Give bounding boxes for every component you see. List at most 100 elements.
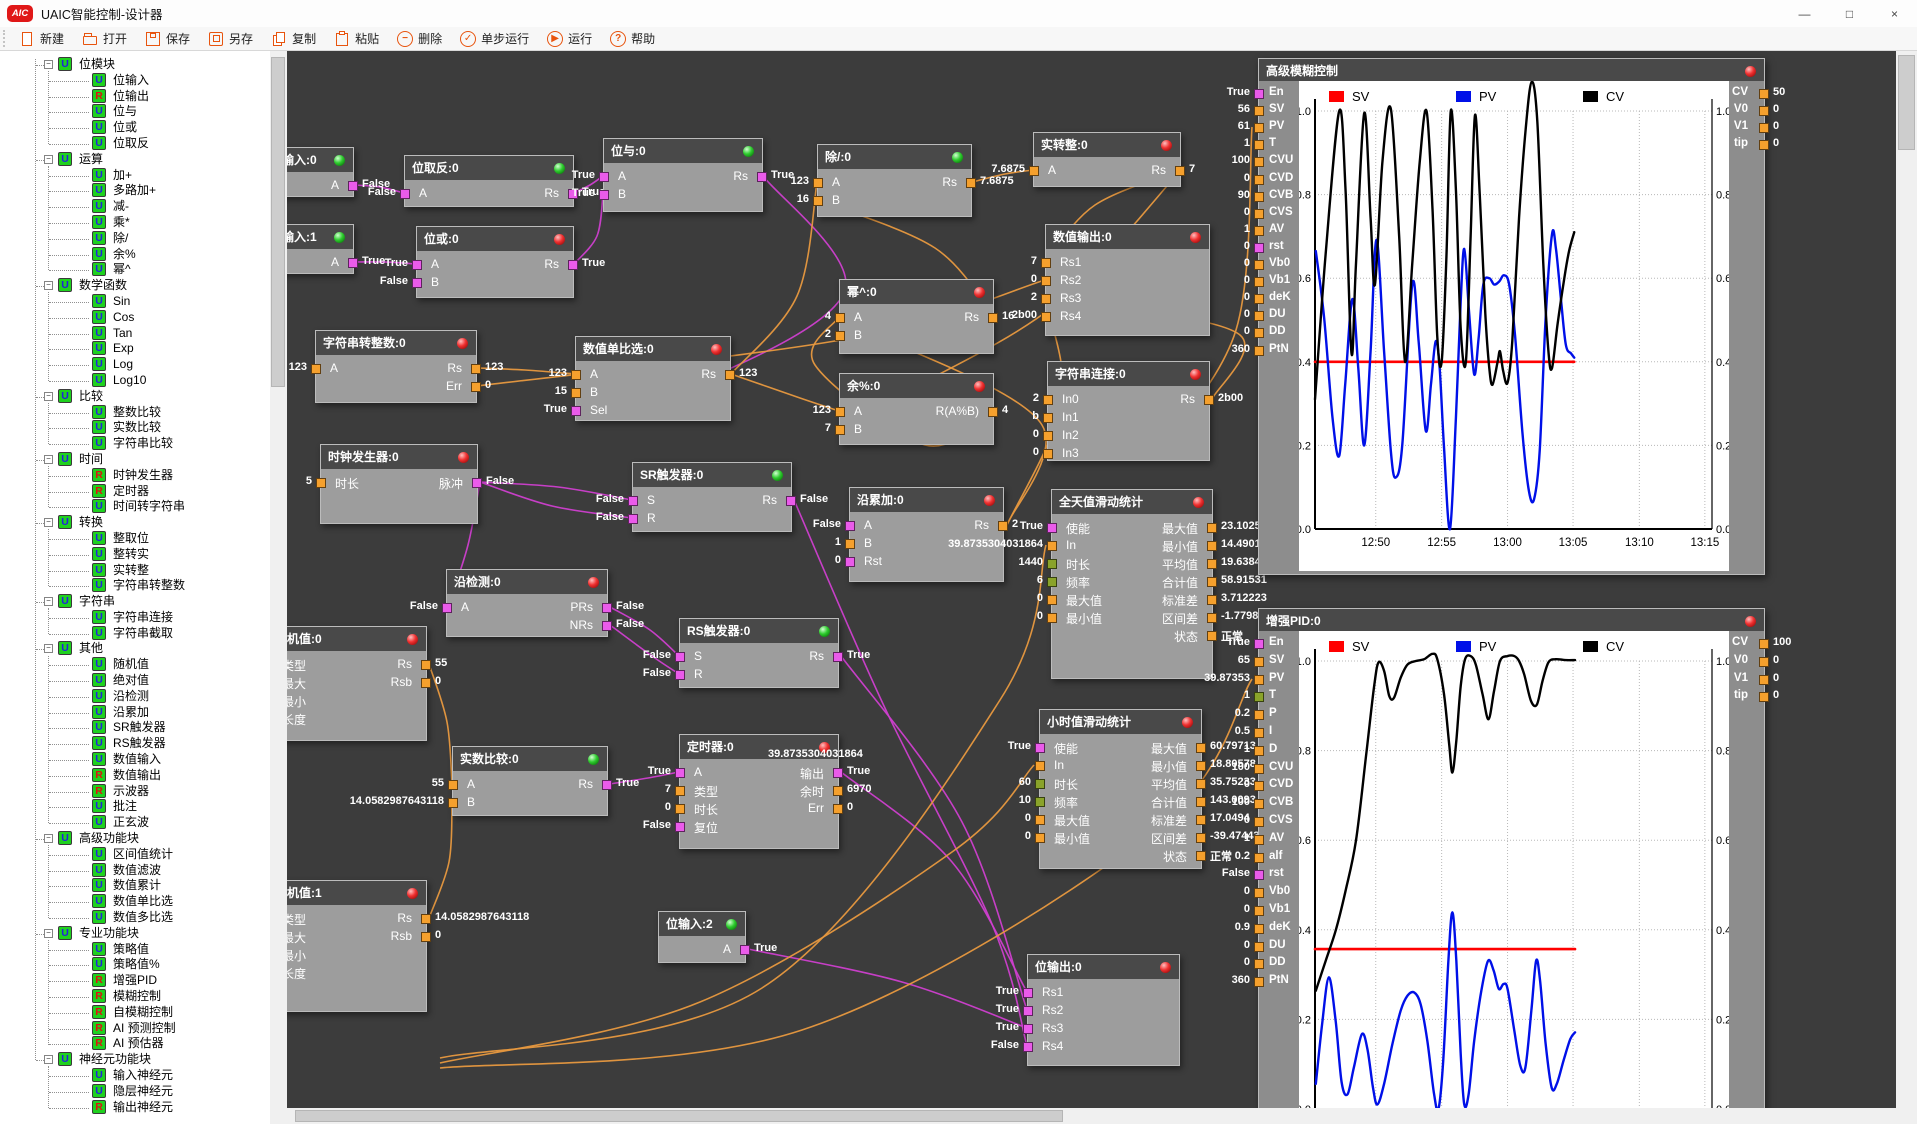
tree-category-比较[interactable]: −U比较 (0, 389, 270, 405)
tree-expander-icon[interactable]: − (44, 1055, 53, 1064)
port-R(A%B)[interactable] (988, 407, 998, 417)
tree-item-位与[interactable]: U位与 (0, 104, 270, 120)
port-脉冲[interactable] (472, 478, 482, 488)
tree-category-其他[interactable]: −U其他 (0, 641, 270, 657)
tree-item-减-[interactable]: U减- (0, 199, 270, 215)
chart-port-PV[interactable] (1254, 675, 1264, 685)
port-B[interactable] (599, 190, 609, 200)
port-区间差[interactable] (1196, 833, 1206, 843)
tree-category-时间[interactable]: −U时间 (0, 452, 270, 468)
port-Rs[interactable] (966, 178, 976, 188)
port-使能[interactable] (1047, 523, 1057, 533)
tree-category-位模块[interactable]: −U位模块 (0, 57, 270, 73)
tree-item-定时器[interactable]: R定时器 (0, 484, 270, 500)
chart-port-PV[interactable] (1254, 123, 1264, 133)
chart-window-enhanced-pid-0[interactable]: 增强PID:01.01.00.80.80.60.60.40.40.20.20.0… (1258, 608, 1765, 1108)
port-A[interactable] (813, 178, 823, 188)
node-allday-stats-0[interactable]: 全天值滑动统计使能TrueIn39.8735304031864时长1440频率6… (1051, 489, 1213, 679)
node-edge-detect-0[interactable]: 沿检测:0AFalsePRsFalseNRsFalse (446, 569, 608, 637)
tree-item-正玄波[interactable]: U正玄波 (0, 815, 270, 831)
port-B[interactable] (845, 539, 855, 549)
port-B[interactable] (571, 388, 581, 398)
port-时长[interactable] (1035, 779, 1045, 789)
port-标准差[interactable] (1196, 815, 1206, 825)
port-A[interactable] (740, 945, 750, 955)
port-Rs4[interactable] (1041, 312, 1051, 322)
tree-item-字符串截取[interactable]: U字符串截取 (0, 626, 270, 642)
port-Rs[interactable] (1204, 395, 1214, 405)
chart-port-deK[interactable] (1254, 294, 1264, 304)
port-Rs[interactable] (1175, 166, 1185, 176)
port-Rs2[interactable] (1023, 1006, 1033, 1016)
port-In[interactable] (1035, 761, 1045, 771)
toolbar-button-保存[interactable]: 保存 (136, 27, 199, 50)
port-A[interactable] (835, 313, 845, 323)
port-复位[interactable] (675, 822, 685, 832)
tree-item-增强PID[interactable]: R增强PID (0, 973, 270, 989)
port-状态[interactable] (1196, 851, 1206, 861)
tree-item-数值输入[interactable]: U数值输入 (0, 752, 270, 768)
chart-port-rst[interactable] (1254, 870, 1264, 880)
port-A[interactable] (599, 172, 609, 182)
tree-expander-icon[interactable]: − (44, 455, 53, 464)
port-最大值[interactable] (1196, 743, 1206, 753)
port-平均值[interactable] (1196, 779, 1206, 789)
chart-port-SV[interactable] (1254, 106, 1264, 116)
tree-item-示波器[interactable]: R示波器 (0, 784, 270, 800)
chart-port-Vb1[interactable] (1254, 277, 1264, 287)
tree-category-高级功能块[interactable]: −U高级功能块 (0, 831, 270, 847)
toolbar-button-另存[interactable]: 另存 (199, 27, 262, 50)
tree-item-Log[interactable]: ULog (0, 357, 270, 373)
chart-port-AV[interactable] (1254, 226, 1264, 236)
toolbar-button-粘贴[interactable]: 粘贴 (325, 27, 388, 50)
toolbar-button-复制[interactable]: 复制 (262, 27, 325, 50)
node-bit-input-1[interactable]: 位输入:1ATrue (287, 224, 354, 274)
port-Rs[interactable] (421, 914, 431, 924)
port-类型[interactable] (675, 786, 685, 796)
port-使能[interactable] (1035, 743, 1045, 753)
tree-item-批注[interactable]: U批注 (0, 799, 270, 815)
port-标准差[interactable] (1207, 595, 1217, 605)
chart-port-CVB[interactable] (1254, 799, 1264, 809)
chart-port-PtN[interactable] (1254, 977, 1264, 987)
tree-expander-icon[interactable]: − (44, 518, 53, 527)
chart-port-CVD[interactable] (1254, 781, 1264, 791)
tree-item-多路加+[interactable]: U多路加+ (0, 183, 270, 199)
chart-port-DD[interactable] (1254, 328, 1264, 338)
tree-item-RS触发器[interactable]: URS触发器 (0, 736, 270, 752)
chart-port-tip[interactable] (1759, 692, 1769, 702)
tree-category-数学函数[interactable]: −U数学函数 (0, 278, 270, 294)
tree-item-加+[interactable]: U加+ (0, 168, 270, 184)
port-Rs[interactable] (998, 521, 1008, 531)
tree-expander-icon[interactable]: − (44, 597, 53, 606)
port-输出[interactable] (833, 768, 843, 778)
port-In0[interactable] (1043, 395, 1053, 405)
chart-port-CVD[interactable] (1254, 175, 1264, 185)
port-Rs[interactable] (568, 260, 578, 270)
tree-item-策略值[interactable]: U策略值 (0, 942, 270, 958)
tree-item-策略值%[interactable]: U策略值% (0, 957, 270, 973)
chart-port-deK[interactable] (1254, 924, 1264, 934)
tree-item-字符串转整数[interactable]: U字符串转整数 (0, 578, 270, 594)
port-A[interactable] (675, 768, 685, 778)
port-Rs[interactable] (786, 496, 796, 506)
chart-port-V1[interactable] (1759, 675, 1769, 685)
tree-item-输入神经元[interactable]: U输入神经元 (0, 1068, 270, 1084)
tree-item-自模糊控制[interactable]: R自模糊控制 (0, 1005, 270, 1021)
chart-port-SV[interactable] (1254, 657, 1264, 667)
port-状态[interactable] (1207, 631, 1217, 641)
chart-port-CV[interactable] (1759, 89, 1769, 99)
port-A[interactable] (348, 258, 358, 268)
tree-item-位或[interactable]: U位或 (0, 120, 270, 136)
port-A[interactable] (1029, 166, 1039, 176)
port-Rs[interactable] (833, 652, 843, 662)
chart-port-En[interactable] (1254, 639, 1264, 649)
node-hour-stats-0[interactable]: 小时值滑动统计使能TrueIn时长60频率10最大值0最小值0最大值60.797… (1039, 709, 1202, 869)
node-div-0[interactable]: 除/:0A123B16Rs7.6875 (817, 144, 972, 217)
node-real-compare-0[interactable]: 实数比较:0A55B14.0582987643118RsTrue (452, 746, 608, 816)
port-区间差[interactable] (1207, 613, 1217, 623)
chart-port-AV[interactable] (1254, 835, 1264, 845)
tree-expander-icon[interactable]: − (44, 60, 53, 69)
node-str-concat-0[interactable]: 字符串连接:0In02In1bIn20In30Rs2b00 (1047, 361, 1210, 461)
port-最大值[interactable] (1035, 815, 1045, 825)
